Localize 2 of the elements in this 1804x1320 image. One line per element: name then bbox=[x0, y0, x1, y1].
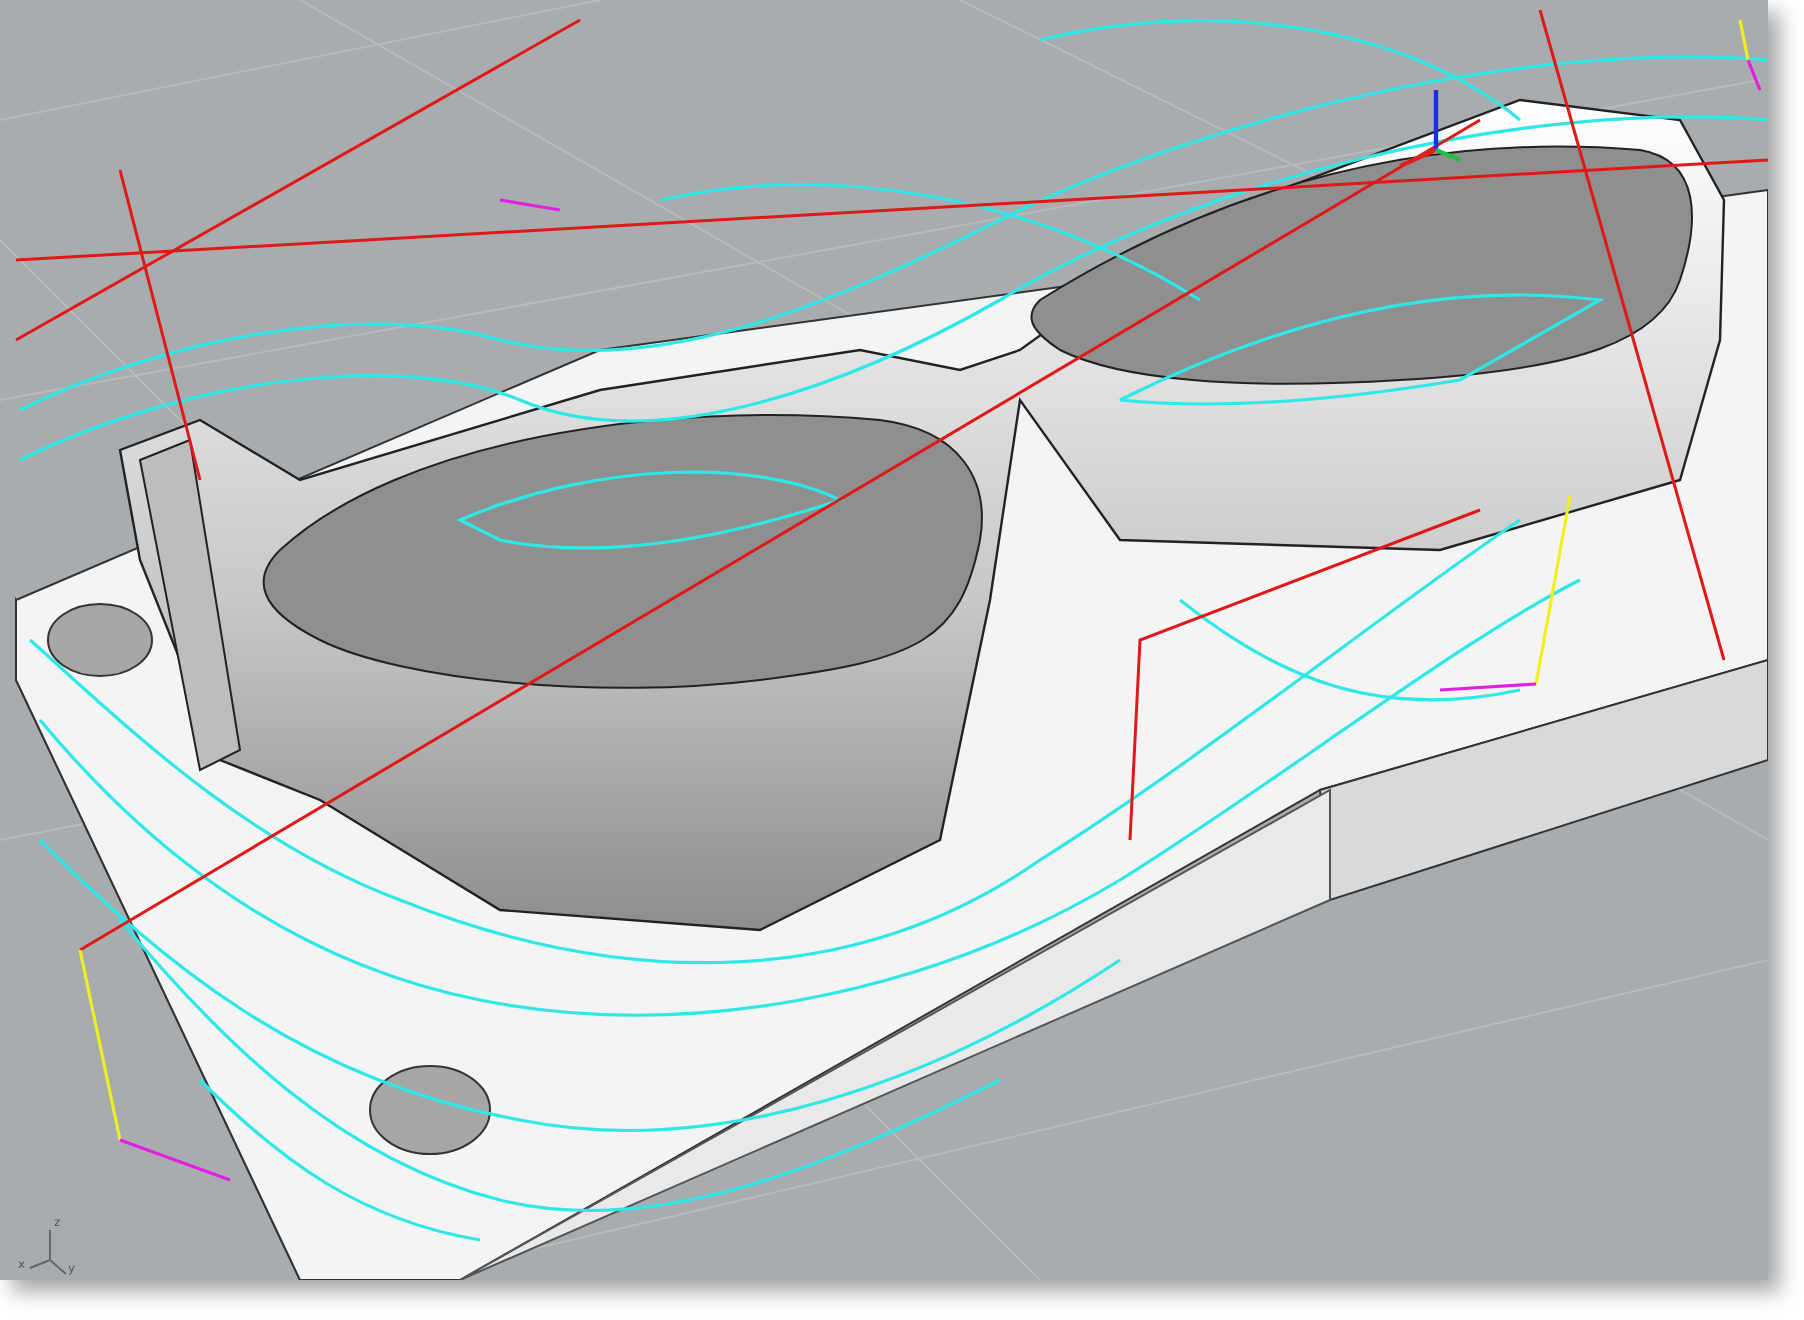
world-axes-icon bbox=[29, 1229, 67, 1275]
axis-gizmo-icon bbox=[1399, 90, 1461, 168]
